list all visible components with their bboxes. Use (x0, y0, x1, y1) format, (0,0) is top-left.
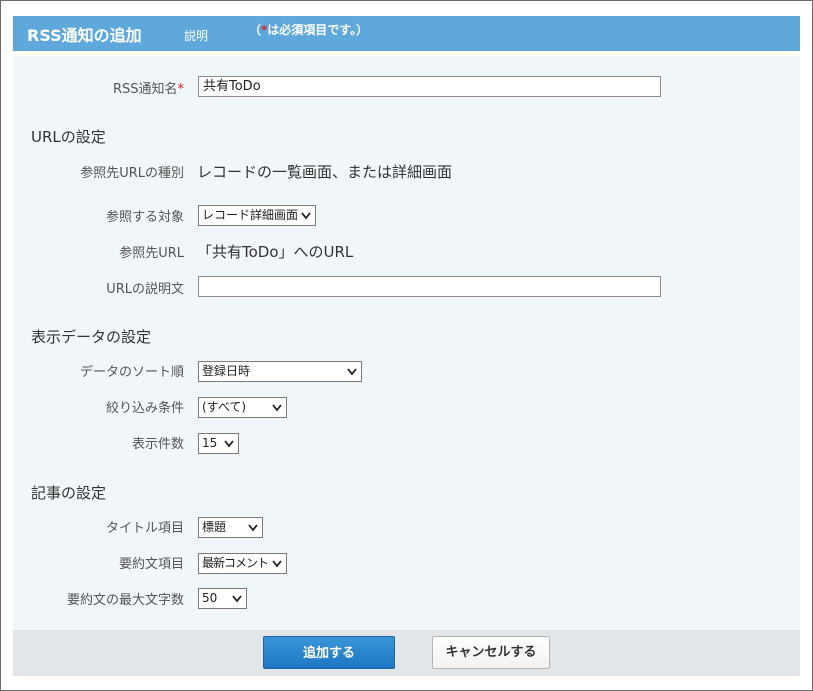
form-body: RSS通知名* 共有ToDo URLの設定 参照先URLの種別 レコードの一覧画… (13, 56, 800, 630)
chevron-down-icon (272, 560, 282, 568)
article-section-title: 記事の設定 (31, 484, 107, 502)
summary-item-select[interactable]: 最新コメント (198, 553, 287, 574)
filter-select[interactable]: (すべて) (198, 397, 287, 418)
add-button[interactable]: 追加する (263, 636, 395, 669)
summary-item-select-value: 最新コメント (202, 556, 269, 570)
target-select-value: レコード詳細画面 (202, 208, 299, 222)
filter-label: 絞り込み条件 (105, 401, 184, 416)
chevron-down-icon (301, 212, 311, 220)
required-note: （*は必須項目です。） (249, 21, 368, 38)
summary-max-select[interactable]: 50 (198, 588, 247, 609)
url-desc-input[interactable] (198, 276, 661, 297)
page-header: RSS通知の追加 説明 （*は必須項目です。） (13, 16, 800, 51)
url-desc-label: URLの説明文 (106, 282, 184, 297)
target-label: 参照する対象 (105, 210, 184, 225)
target-select[interactable]: レコード詳細画面 (198, 205, 316, 226)
summary-item-label: 要約文項目 (118, 557, 184, 572)
page-title: RSS通知の追加 (27, 26, 142, 45)
count-select[interactable]: 15 (198, 433, 239, 454)
chevron-down-icon (272, 404, 282, 412)
chevron-down-icon (232, 595, 242, 603)
dialog-frame: RSS通知の追加 説明 （*は必須項目です。） RSS通知名* 共有ToDo U… (0, 0, 813, 691)
count-label: 表示件数 (131, 437, 184, 452)
url-type-value: レコードの一覧画面、または詳細画面 (197, 163, 453, 181)
sort-order-label: データのソート順 (79, 365, 184, 380)
button-bar: 追加する キャンセルする (13, 630, 800, 676)
ref-url-label: 参照先URL (119, 246, 184, 261)
rss-name-input[interactable]: 共有ToDo (198, 76, 661, 97)
display-section-title: 表示データの設定 (31, 328, 152, 346)
cancel-button[interactable]: キャンセルする (432, 636, 550, 669)
title-item-select[interactable]: 標題 (198, 517, 263, 538)
chevron-down-icon (248, 524, 258, 532)
help-link[interactable]: 説明 (184, 27, 208, 44)
title-item-select-value: 標題 (202, 520, 227, 534)
rss-name-required-mark: * (177, 82, 185, 97)
summary-max-label: 要約文の最大文字数 (66, 593, 184, 608)
required-note-prefix: （ (249, 23, 262, 37)
filter-select-value: (すべて) (202, 400, 247, 414)
summary-max-select-value: 50 (202, 591, 218, 605)
sort-order-select-value: 登録日時 (202, 364, 251, 378)
chevron-down-icon (224, 440, 234, 448)
rss-name-label: RSS通知名* (113, 78, 184, 97)
count-select-value: 15 (202, 436, 218, 450)
chevron-down-icon (347, 368, 357, 376)
url-type-label: 参照先URLの種別 (80, 166, 184, 181)
title-item-label: タイトル項目 (105, 521, 184, 536)
required-note-suffix: は必須項目です。） (267, 23, 369, 37)
ref-url-value: 「共有ToDo」へのURL (197, 243, 354, 261)
sort-order-select[interactable]: 登録日時 (198, 361, 362, 382)
rss-name-label-text: RSS通知名 (112, 82, 178, 97)
url-section-title: URLの設定 (31, 128, 106, 146)
